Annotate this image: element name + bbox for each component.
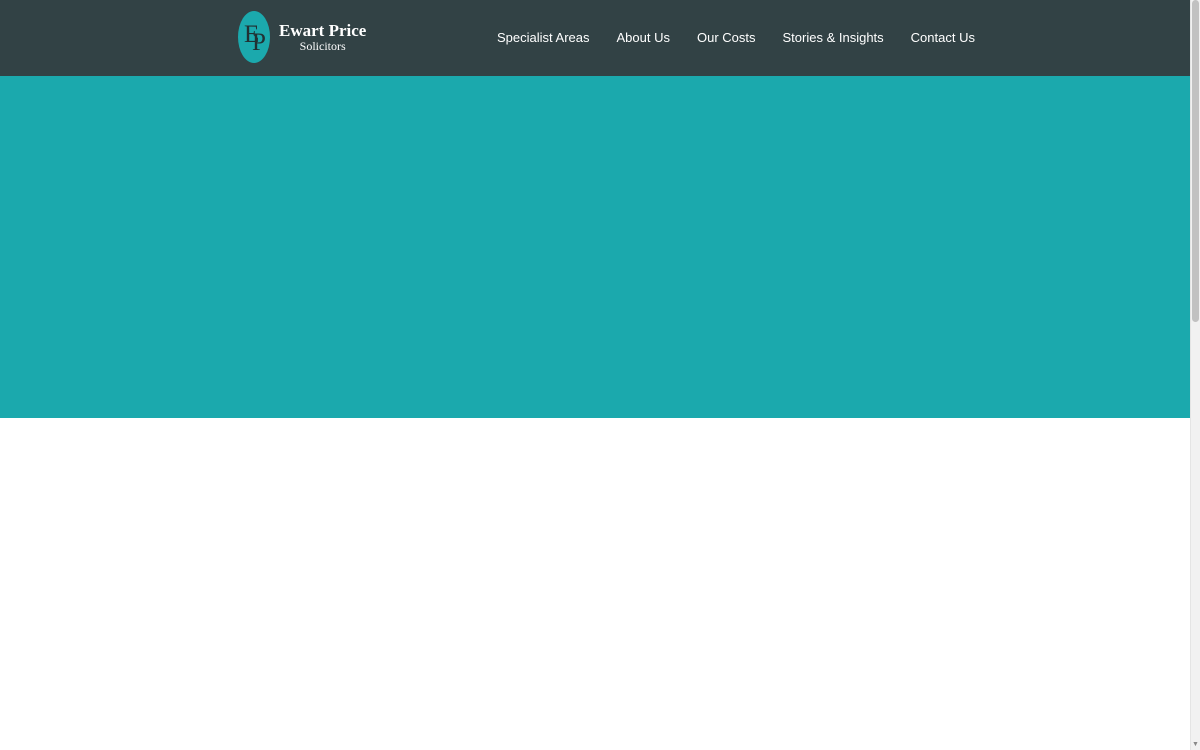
browser-page: E P Ewart Price Solicitors Specialist Ar… — [0, 0, 1200, 750]
logo-text: Ewart Price Solicitors — [279, 21, 366, 53]
ewart-price-logo-link[interactable]: E P Ewart Price Solicitors — [238, 11, 368, 63]
ep-monogram-icon: E P — [238, 11, 270, 63]
vertical-scrollbar[interactable]: ▼ — [1190, 0, 1200, 750]
monogram-p: P — [252, 29, 266, 56]
logo-company-subtitle: Solicitors — [299, 39, 346, 53]
chevron-down-icon[interactable]: ▼ — [1191, 740, 1200, 750]
nav-about-us[interactable]: About Us — [617, 30, 670, 46]
hero-banner — [0, 76, 1190, 418]
nav-specialist-areas[interactable]: Specialist Areas — [497, 30, 590, 46]
page-content — [0, 418, 1190, 750]
scrollbar-thumb[interactable] — [1192, 0, 1199, 322]
nav-contact-us[interactable]: Contact Us — [911, 30, 975, 46]
nav-our-costs[interactable]: Our Costs — [697, 30, 756, 46]
nav-stories-insights[interactable]: Stories & Insights — [783, 30, 884, 46]
logo-company-name: Ewart Price — [279, 21, 367, 40]
site-header: E P Ewart Price Solicitors Specialist Ar… — [0, 0, 1190, 76]
main-navigation: Specialist Areas About Us Our Costs Stor… — [497, 0, 975, 76]
page-viewport: E P Ewart Price Solicitors Specialist Ar… — [0, 0, 1190, 750]
